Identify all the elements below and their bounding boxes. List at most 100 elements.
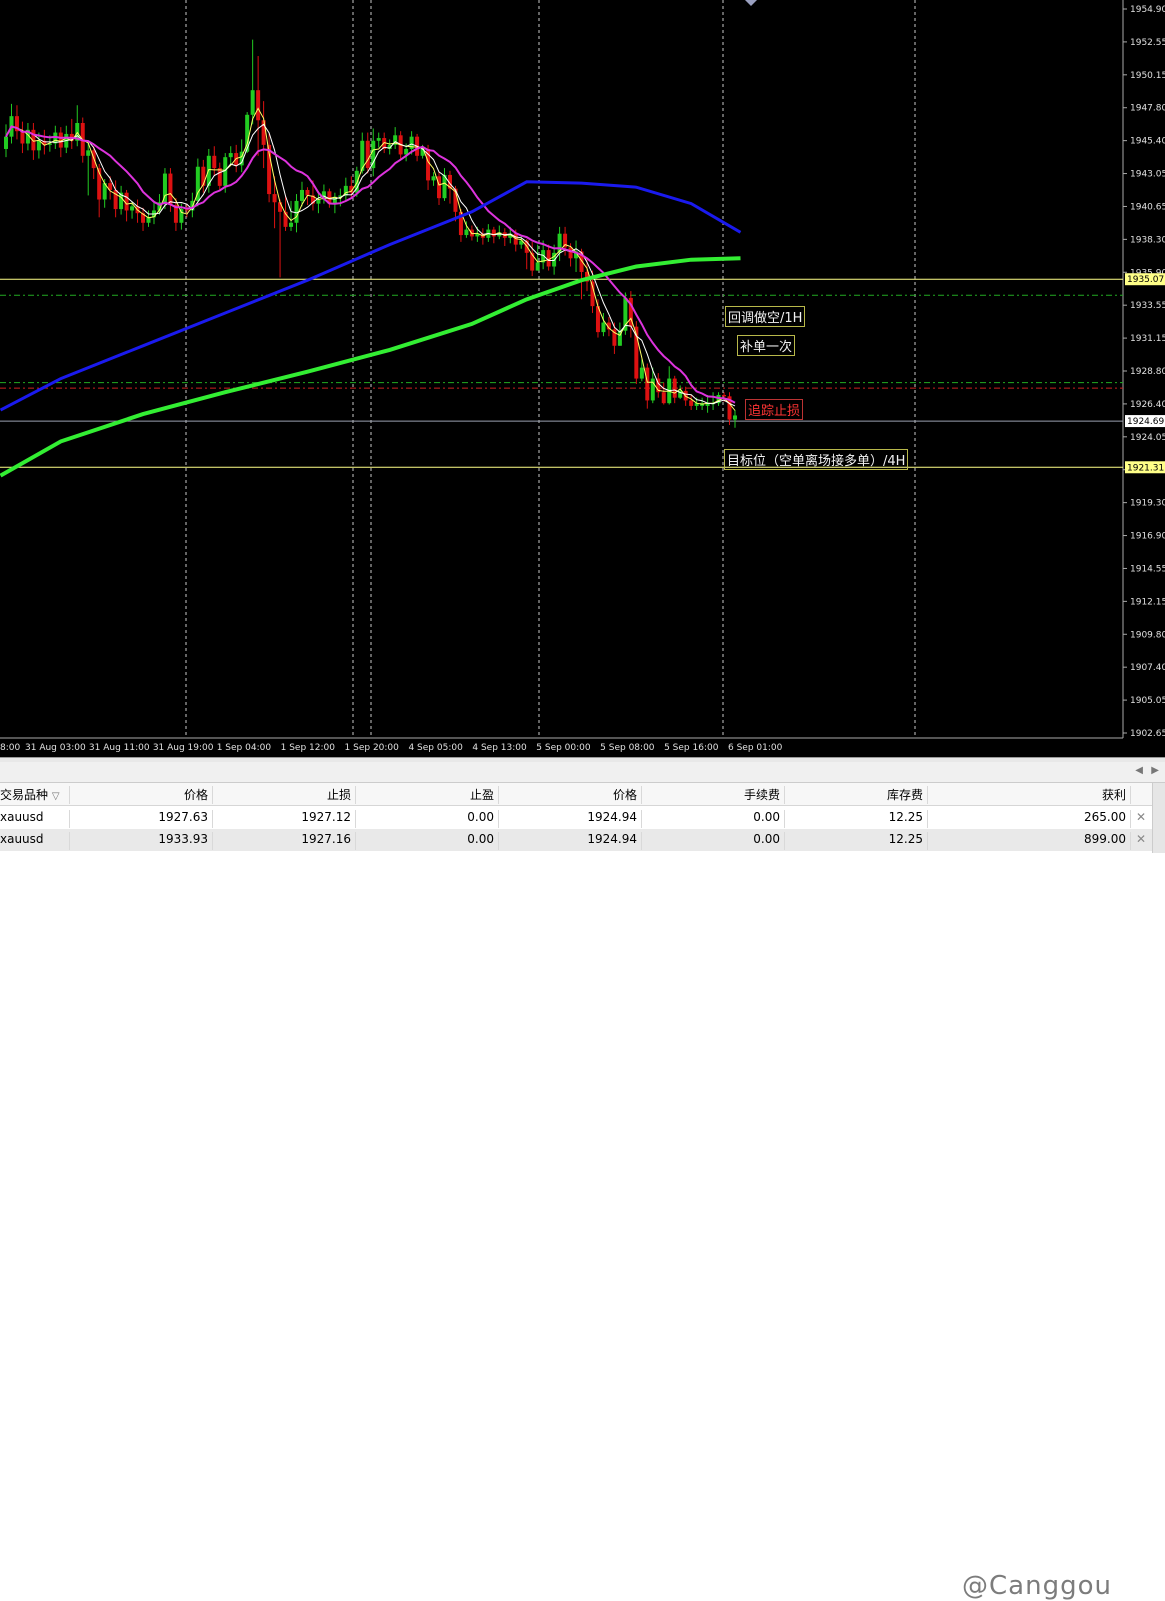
price-tick-label: 1919.30 bbox=[1130, 499, 1165, 509]
time-tick-label: 8:00 bbox=[0, 743, 20, 753]
candle-body bbox=[661, 392, 666, 404]
candle-body bbox=[535, 262, 540, 271]
cell-commission: 0.00 bbox=[642, 810, 785, 828]
cell-open-price: 1927.63 bbox=[70, 810, 213, 828]
header-profit[interactable]: 获利 bbox=[928, 786, 1131, 804]
candle-body bbox=[256, 90, 261, 121]
candle-body bbox=[168, 173, 173, 205]
watermark: @Canggou bbox=[962, 1571, 1112, 1601]
candle-body bbox=[431, 176, 436, 181]
candle-body bbox=[689, 400, 694, 406]
table-row[interactable]: xauusd 1927.63 1927.12 0.00 1924.94 0.00… bbox=[0, 807, 1153, 829]
price-tick-label: 1938.30 bbox=[1130, 235, 1165, 245]
price-tag-label-level_lower: 1921.31 bbox=[1127, 463, 1164, 473]
candle-body bbox=[645, 367, 650, 401]
price-tick-label: 1945.40 bbox=[1130, 137, 1165, 147]
time-tick-label: 5 Sep 08:00 bbox=[600, 743, 655, 753]
cell-stop-loss: 1927.12 bbox=[213, 810, 356, 828]
candle-body bbox=[365, 140, 370, 169]
header-swap[interactable]: 库存费 bbox=[785, 786, 928, 804]
candle-body bbox=[4, 136, 8, 149]
price-tick-label: 1926.40 bbox=[1130, 400, 1165, 410]
candle-body bbox=[305, 189, 310, 196]
price-tick-label: 1924.05 bbox=[1130, 433, 1165, 443]
time-tick-label: 1 Sep 12:00 bbox=[281, 743, 336, 753]
candle-body bbox=[228, 153, 233, 158]
scroll-right-icon[interactable]: ▶ bbox=[1151, 765, 1159, 776]
candle-body bbox=[272, 194, 277, 203]
candle-body bbox=[376, 138, 381, 141]
cell-take-profit: 0.00 bbox=[356, 810, 499, 828]
annotation-trailing-stop: 追踪止损 bbox=[745, 399, 804, 420]
table-header: 交易品种 ▽ 价格 止损 止盈 价格 手续费 库存费 获利 bbox=[0, 783, 1153, 806]
cell-swap: 12.25 bbox=[785, 832, 928, 850]
price-tick-label: 1912.15 bbox=[1130, 597, 1165, 607]
header-symbol[interactable]: 交易品种 ▽ bbox=[0, 786, 70, 804]
cell-stop-loss: 1927.16 bbox=[213, 832, 356, 850]
time-tick-label: 6 Sep 01:00 bbox=[728, 743, 783, 753]
price-tick-label: 1947.80 bbox=[1130, 104, 1165, 114]
cell-symbol: xauusd bbox=[0, 832, 70, 850]
cell-profit: 265.00 bbox=[928, 810, 1131, 828]
annotation-add-once: 补单一次 bbox=[737, 335, 796, 356]
header-stop-loss[interactable]: 止损 bbox=[213, 786, 356, 804]
price-tick-label: 1902.65 bbox=[1130, 729, 1165, 739]
time-tick-label: 5 Sep 16:00 bbox=[664, 743, 719, 753]
chart-marker-icon bbox=[745, 0, 757, 6]
candle-body bbox=[86, 150, 91, 156]
price-tick-label: 1952.55 bbox=[1130, 38, 1165, 48]
candle-body bbox=[464, 229, 469, 236]
annotation-pullback-short: 回调做空/1H bbox=[725, 306, 806, 327]
time-tick-label: 4 Sep 13:00 bbox=[472, 743, 527, 753]
price-tag-label-level_upper: 1935.07 bbox=[1127, 275, 1164, 285]
header-open-price[interactable]: 价格 bbox=[70, 786, 213, 804]
price-chart[interactable]: 1954.90 1952.55 1950.15 1947.80 1945.40 1943.… bbox=[0, 0, 1165, 757]
price-tick-label: 1943.05 bbox=[1130, 170, 1165, 180]
time-tick-label: 31 Aug 19:00 bbox=[153, 743, 214, 753]
candle-body bbox=[20, 131, 25, 144]
candle-body bbox=[722, 394, 727, 397]
annotation-target: 目标位（空单离场接多单）/4H bbox=[724, 449, 909, 470]
header-commission[interactable]: 手续费 bbox=[642, 786, 785, 804]
price-tick-label: 1933.55 bbox=[1130, 301, 1165, 311]
price-tick-label: 1914.55 bbox=[1130, 564, 1165, 574]
orders-table: 交易品种 ▽ 价格 止损 止盈 价格 手续费 库存费 获利 xauusd 192… bbox=[0, 783, 1165, 1601]
candle-body bbox=[130, 206, 135, 211]
cell-swap: 12.25 bbox=[785, 810, 928, 828]
time-tick-label: 1 Sep 04:00 bbox=[217, 743, 272, 753]
candle-body bbox=[299, 189, 304, 201]
cell-symbol: xauusd bbox=[0, 810, 70, 828]
candle-body bbox=[212, 155, 217, 169]
price-tick-label: 1950.15 bbox=[1130, 71, 1165, 81]
chart-canvas[interactable]: 1954.90 1952.55 1950.15 1947.80 1945.40 1943.… bbox=[0, 0, 1165, 757]
candle-body bbox=[639, 367, 644, 379]
scroll-left-icon[interactable]: ◀ bbox=[1135, 765, 1143, 776]
price-tick-label: 1940.65 bbox=[1130, 202, 1165, 212]
orders-scrollbar[interactable] bbox=[1152, 783, 1165, 853]
header-price[interactable]: 价格 bbox=[499, 786, 642, 804]
time-tick-label: 31 Aug 11:00 bbox=[89, 743, 150, 753]
cell-take-profit: 0.00 bbox=[356, 832, 499, 850]
price-tick-label: 1907.40 bbox=[1130, 663, 1165, 673]
candle-body bbox=[672, 378, 677, 398]
price-tick-label: 1905.05 bbox=[1130, 696, 1165, 706]
price-tick-label: 1931.15 bbox=[1130, 334, 1165, 344]
candle-body bbox=[601, 322, 606, 333]
candle-body bbox=[250, 90, 255, 115]
price-tick-label: 1916.90 bbox=[1130, 532, 1165, 542]
table-row[interactable]: xauusd 1933.93 1927.16 0.00 1924.94 0.00… bbox=[0, 829, 1153, 851]
sort-icon: ▽ bbox=[51, 791, 60, 802]
candle-body bbox=[289, 222, 294, 227]
close-order-icon[interactable]: ✕ bbox=[1136, 810, 1146, 824]
time-tick-label: 5 Sep 00:00 bbox=[536, 743, 591, 753]
time-tick-label: 31 Aug 03:00 bbox=[25, 743, 86, 753]
time-tick-label: 1 Sep 20:00 bbox=[345, 743, 400, 753]
candle-body bbox=[733, 415, 737, 420]
price-tick-label: 1954.90 bbox=[1130, 5, 1165, 15]
close-order-icon[interactable]: ✕ bbox=[1136, 832, 1146, 846]
cell-price: 1924.94 bbox=[499, 832, 642, 850]
cell-open-price: 1933.93 bbox=[70, 832, 213, 850]
candle-body bbox=[217, 168, 222, 186]
header-take-profit[interactable]: 止盈 bbox=[356, 786, 499, 804]
cell-price: 1924.94 bbox=[499, 810, 642, 828]
